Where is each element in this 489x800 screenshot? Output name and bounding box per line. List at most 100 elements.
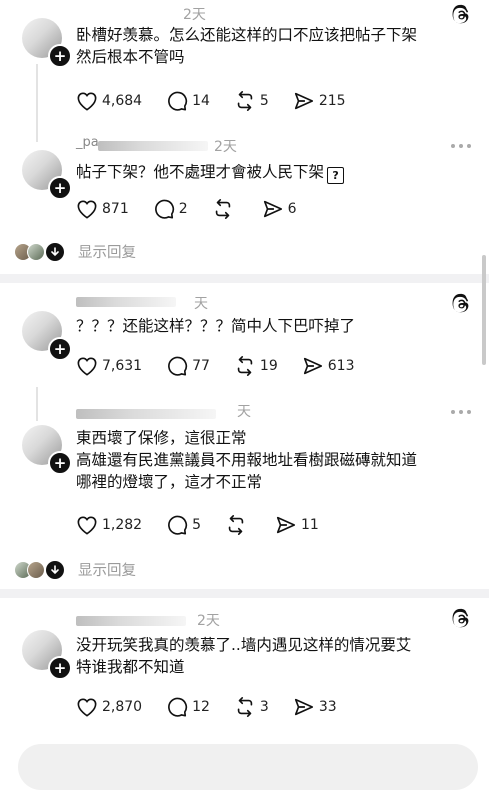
follow-plus-icon[interactable]: + [48,176,72,200]
show-replies-label: 显示回复 [78,563,136,579]
post-text-line: 帖子下架？他不處理才會被人民下架 [76,163,325,181]
post-time: 天 [237,404,251,420]
send-icon [303,357,322,375]
post-text-line: 東西壞了保修，這很正常 [76,429,247,447]
threads-logo-icon[interactable] [450,4,472,26]
send-icon [263,200,282,218]
post-time: 2天 [214,139,237,155]
avatar[interactable]: + [22,18,72,68]
comment-icon [168,356,188,376]
like-count: 2,870 [102,699,143,715]
post-body: ？？？还能这样？？？简中人下巴吓掉了 [76,315,476,337]
comment-icon [168,697,188,717]
reply-avatar [27,560,45,579]
post-text-line: 卧槽好羡慕。怎么还能这样的口不应该把帖子下架 [76,26,418,44]
post-1: + 2天 卧槽好羡慕。怎么还能这样的口不应该把帖子下架 然后根本不管吗 4,68… [0,0,489,120]
repost-icon [228,515,244,535]
comment-count: 14 [192,93,210,109]
follow-plus-icon[interactable]: + [48,337,72,361]
show-replies-button[interactable]: 显示回复 [14,559,136,580]
repost-button[interactable]: 5 [234,90,269,112]
comment-count: 12 [192,699,210,715]
repost-button[interactable] [212,198,238,220]
heart-icon [77,92,97,111]
like-count: 1,282 [102,517,143,533]
username[interactable]: _pa [76,135,99,150]
scrollbar[interactable] [482,255,486,365]
threads-logo-icon[interactable] [450,293,472,315]
repost-icon [215,199,230,219]
reply-composer[interactable] [18,744,478,790]
avatar[interactable]: + [22,425,72,475]
post-text-line: ？？？还能这样？？？简中人下巴吓掉了 [76,317,356,335]
follow-plus-icon[interactable]: + [48,451,72,475]
action-bar: 871 2 6 [76,198,321,220]
repost-icon [237,356,253,376]
action-bar: 2,870 12 3 33 [76,696,361,718]
post-time: 天 [194,296,208,312]
heart-icon [77,516,97,535]
post-body: 東西壞了保修，這很正常 高雄還有民進黨議員不用報地址看樹跟磁磚就知道 哪裡的燈壞… [76,427,476,493]
more-options-icon[interactable] [450,409,472,415]
post-2: + _pa 2天 帖子下架？他不處理才會被人民下架? 871 2 6 [0,112,489,235]
action-bar: 4,684 14 5 215 [76,90,370,112]
share-button[interactable]: 6 [262,198,297,220]
post-body: 没开玩笑我真的羡慕了..墙内遇见这样的情况要艾 特谁我都不知道 [76,634,476,678]
post-5: + 2天 没开玩笑我真的羡慕了..墙内遇见这样的情况要艾 特谁我都不知道 2,8… [0,602,489,722]
repost-icon [237,91,253,111]
comment-button[interactable]: 5 [166,514,201,536]
show-replies-label: 显示回复 [78,245,136,261]
comment-button[interactable]: 14 [166,90,210,112]
share-button[interactable]: 11 [275,514,319,536]
thread-line [36,387,38,421]
share-button[interactable]: 613 [302,355,354,377]
heart-icon [77,357,97,376]
post-text-line: 高雄還有民進黨議員不用報地址看樹跟磁磚就知道 [76,451,418,469]
follow-plus-icon[interactable]: + [48,44,72,68]
reply-avatar [27,242,45,261]
comment-icon [168,91,188,111]
avatar[interactable]: + [22,630,72,680]
post-text-line: 特谁我都不知道 [76,658,185,676]
thread-line [36,112,38,142]
repost-button[interactable]: 3 [234,696,269,718]
send-icon [294,698,313,716]
like-button[interactable]: 1,282 [76,515,142,535]
follow-plus-icon[interactable]: + [48,656,72,680]
like-button[interactable]: 2,870 [76,697,142,717]
username-redacted [76,409,216,419]
repost-count: 3 [259,699,269,715]
repost-count: 5 [259,93,269,109]
share-count: 6 [287,201,297,217]
heart-icon [77,200,97,219]
comment-icon [168,515,188,535]
post-text-line: 然后根本不管吗 [76,48,185,66]
share-count: 215 [318,93,346,109]
like-button[interactable]: 4,684 [76,91,142,111]
post-time: 2天 [183,7,206,23]
avatar[interactable]: + [22,311,72,361]
post-text-line: 没开玩笑我真的羡慕了..墙内遇见这样的情况要艾 [76,636,412,654]
show-replies-button[interactable]: 显示回复 [14,241,136,262]
like-button[interactable]: 7,631 [76,356,142,376]
avatar[interactable]: + [22,150,72,200]
thread-line [36,64,38,114]
threads-logo-icon[interactable] [450,608,472,630]
post-time: 2天 [197,613,220,629]
comment-button[interactable]: 12 [166,696,210,718]
repost-button[interactable] [225,514,251,536]
comment-count: 77 [192,358,210,374]
comment-icon [154,199,174,219]
share-button[interactable]: 215 [293,90,346,112]
chevron-down-icon [46,560,64,579]
comment-button[interactable]: 77 [166,355,210,377]
post-text-line: 哪裡的燈壞了，這才不正常 [76,473,263,491]
share-count: 11 [301,517,319,533]
action-bar: 1,282 5 11 [76,514,343,536]
more-options-icon[interactable] [450,143,472,149]
post-body: 卧槽好羡慕。怎么还能这样的口不应该把帖子下架 然后根本不管吗 [76,24,476,68]
share-button[interactable]: 33 [293,696,337,718]
like-button[interactable]: 871 [76,199,129,219]
comment-button[interactable]: 2 [153,198,188,220]
repost-button[interactable]: 19 [234,355,278,377]
